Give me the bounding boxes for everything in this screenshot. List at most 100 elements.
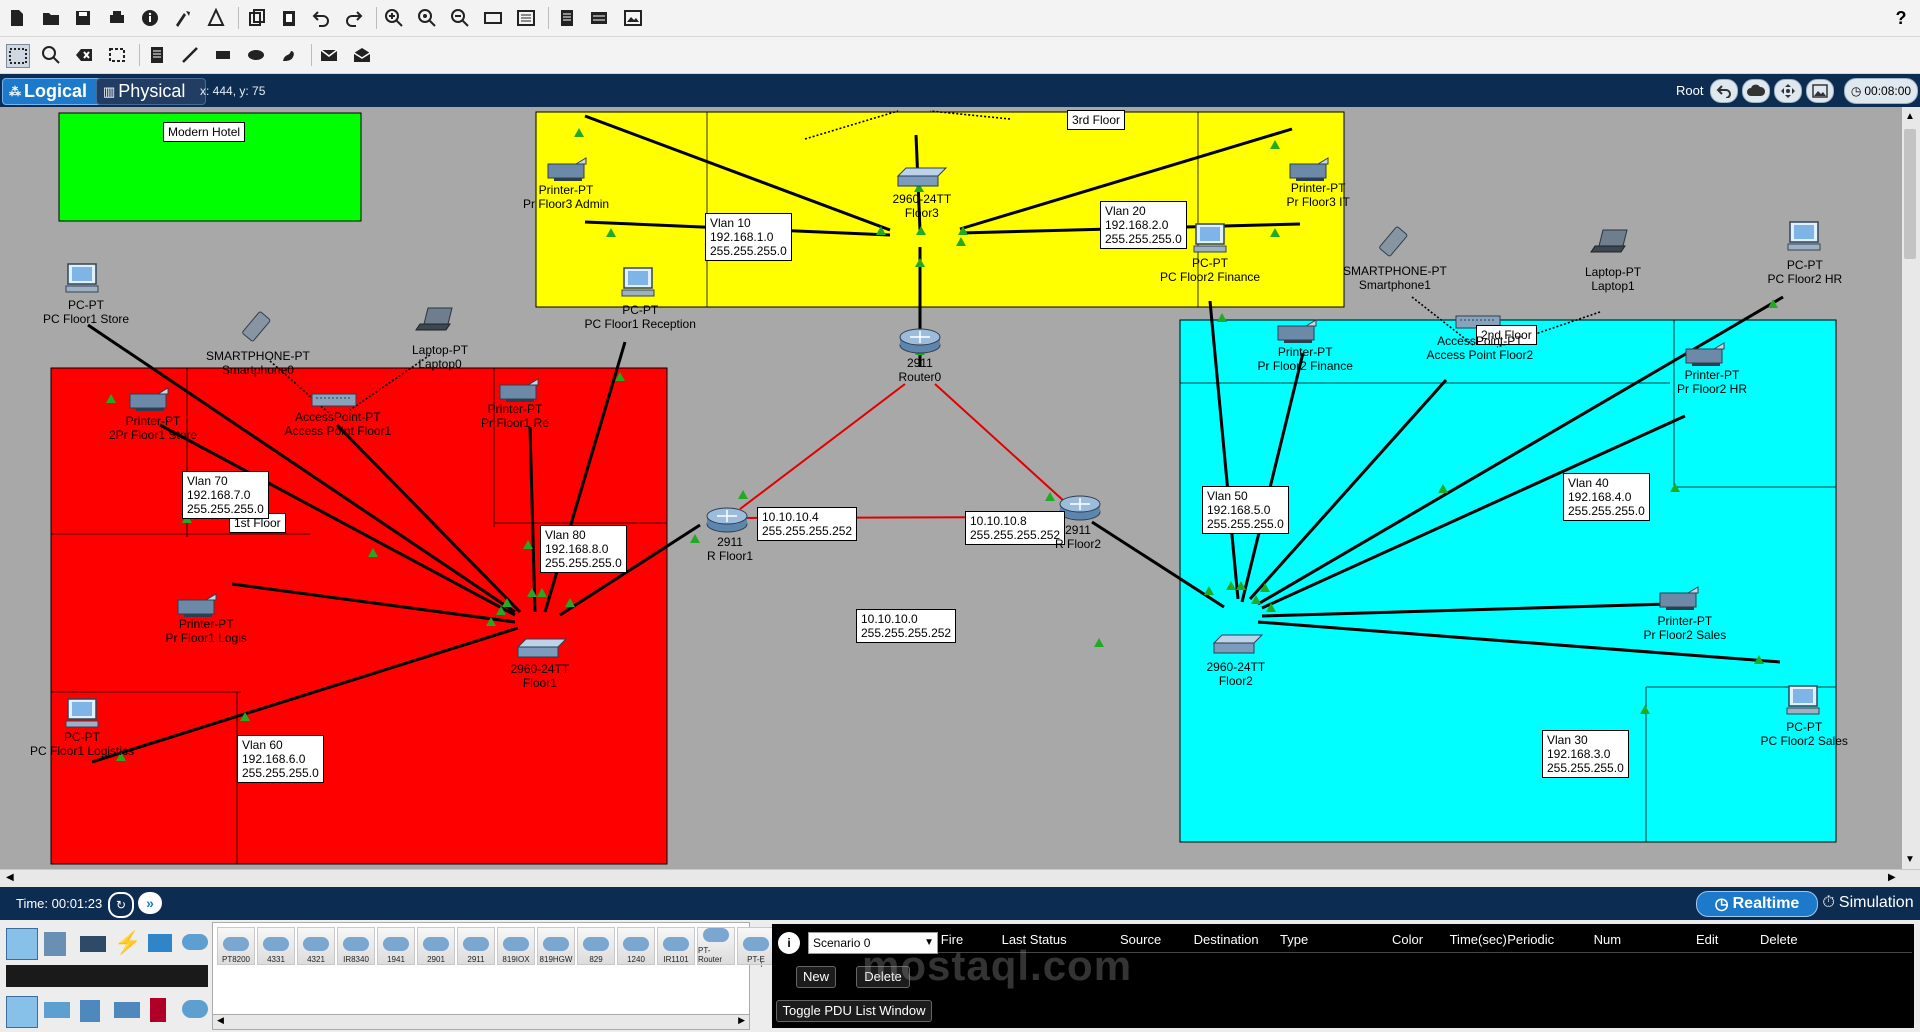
device-model-item[interactable]: 2901 [417, 927, 455, 965]
vertical-scrollbar[interactable]: ▲ ▼ [1902, 107, 1920, 869]
save-icon[interactable] [72, 7, 94, 29]
pc-floor1-reception-icon[interactable] [621, 267, 655, 297]
pc-floor2-finance-icon[interactable] [1193, 223, 1227, 253]
custom-device-icon[interactable] [205, 7, 227, 29]
device-model-item[interactable]: 2911 [457, 927, 495, 965]
smartphone1-icon[interactable] [1379, 226, 1408, 257]
select-tool-icon[interactable] [6, 44, 30, 68]
r-floor1-icon[interactable] [706, 507, 748, 533]
toggle-pdu-list-button[interactable]: Toggle PDU List Window [776, 1000, 932, 1022]
device-model-item[interactable]: 4331 [257, 927, 295, 965]
fast-forward-icon[interactable]: » [138, 892, 162, 914]
tab-logical-label: Logical [24, 81, 88, 101]
custom-view-icon[interactable] [515, 7, 537, 29]
redo-icon[interactable] [343, 7, 365, 29]
complex-pdu-icon[interactable] [351, 44, 373, 66]
tab-physical[interactable]: ▥ Physical [96, 78, 206, 105]
power-cycle-icon[interactable]: ↻ [108, 892, 134, 918]
note-icon[interactable] [556, 7, 578, 29]
pc-floor2-sales-icon[interactable] [1786, 685, 1820, 715]
freeform-icon[interactable] [278, 44, 300, 66]
realtime-button[interactable]: ◷ Realtime [1696, 891, 1818, 917]
navigation-icon[interactable] [1774, 79, 1802, 103]
r-floor2-icon[interactable] [1059, 495, 1101, 521]
delete-icon[interactable] [73, 44, 95, 66]
wan-emulation-icon[interactable] [182, 1000, 208, 1018]
device-model-item[interactable]: IR1101 [657, 927, 695, 965]
inspect-icon[interactable] [40, 44, 62, 66]
panel-divider-grip[interactable]: ⋮ [756, 956, 767, 969]
horizontal-scrollbar[interactable]: ◀ ▶ [0, 869, 1920, 888]
pc-floor1-logistics-label: PC-PT PC Floor1 Logistics [30, 730, 135, 758]
network-devices-icon[interactable] [6, 928, 38, 960]
wireless-devices-icon[interactable] [114, 1002, 140, 1018]
switches-icon[interactable] [44, 1002, 70, 1018]
back-icon[interactable] [1710, 79, 1738, 103]
simulation-button[interactable]: ⏱ Simulation [1818, 891, 1918, 915]
device-model-item[interactable]: 1941 [377, 927, 415, 965]
pc-floor1-store-icon[interactable] [65, 263, 99, 293]
pr-floor3-it-label: Printer-PT Pr Floor3 IT [1286, 181, 1350, 209]
open-folder-icon[interactable] [40, 7, 62, 29]
laptop1-icon[interactable] [1590, 229, 1628, 253]
device-list-scrollbar[interactable]: ◀ ▶ [212, 1014, 750, 1030]
tab-logical[interactable]: ⁂ Logical [2, 78, 104, 105]
vlan40-note: Vlan 40 192.168.4.0 255.255.255.0 [1563, 473, 1650, 521]
floor2-area[interactable] [1179, 319, 1837, 843]
paste-icon[interactable] [278, 7, 300, 29]
help-icon[interactable]: ? [1890, 7, 1912, 29]
background-image-icon[interactable] [1806, 79, 1834, 103]
device-model-item[interactable]: 1240 [617, 927, 655, 965]
smartphone0-icon[interactable] [242, 311, 271, 342]
zoom-out-icon[interactable] [449, 7, 471, 29]
draw-line-icon[interactable] [179, 44, 201, 66]
hubs-icon[interactable] [80, 1000, 100, 1022]
draw-rectangle-icon[interactable] [482, 7, 504, 29]
activity-wizard-icon[interactable] [172, 7, 194, 29]
components-icon[interactable] [80, 936, 106, 952]
laptop0-icon[interactable] [415, 307, 453, 331]
modern-hotel-label: Modern Hotel [163, 122, 246, 142]
connections-icon[interactable]: ⚡ [114, 930, 141, 956]
viewport-icon[interactable] [622, 7, 644, 29]
print-icon[interactable] [106, 7, 128, 29]
info-circle-icon[interactable]: i [778, 932, 800, 954]
device-model-item[interactable]: 4321 [297, 927, 335, 965]
cluster-cloud-icon[interactable] [1742, 79, 1770, 103]
device-model-item[interactable]: IR8340 [337, 927, 375, 965]
floor1-area[interactable] [50, 367, 668, 865]
security-icon[interactable] [150, 998, 166, 1022]
device-model-item[interactable]: 819IOX [497, 927, 535, 965]
new-scenario-button[interactable]: New [796, 966, 836, 988]
place-note-icon[interactable] [146, 44, 168, 66]
pc-floor1-logistics-icon[interactable] [65, 698, 99, 728]
simple-pdu-icon[interactable] [318, 44, 340, 66]
resize-icon[interactable] [106, 44, 128, 66]
draw-rect-icon[interactable] [212, 44, 234, 66]
zoom-reset-icon[interactable] [416, 7, 438, 29]
new-file-icon[interactable] [6, 7, 28, 29]
pdu-list-icon[interactable] [588, 7, 610, 29]
access-point-floor1-icon[interactable] [311, 393, 357, 407]
undo-icon[interactable] [310, 7, 332, 29]
device-model-item[interactable]: PT-Router [697, 927, 735, 965]
router-model-icon [743, 937, 769, 951]
multiuser-icon[interactable] [182, 934, 208, 950]
device-model-item[interactable]: PT8200 [217, 927, 255, 965]
zoom-in-icon[interactable] [383, 7, 405, 29]
pr-floor2-finance-label: Printer-PT Pr Floor2 Finance [1257, 345, 1353, 373]
device-model-item[interactable]: 819HGW [537, 927, 575, 965]
info-icon[interactable] [139, 7, 161, 29]
miscellaneous-icon[interactable] [148, 934, 172, 952]
end-devices-icon[interactable] [44, 932, 66, 956]
copy-icon[interactable] [246, 7, 268, 29]
pdu-panel: i Scenario 0 ▼ New Delete Toggle PDU Lis… [772, 924, 1914, 1028]
router0-icon[interactable] [899, 328, 941, 354]
router-model-icon [543, 937, 569, 951]
bottom-panel: ⚡ PT8200 4331 4321 IR8340 1941 2901 2911 819IOX… [0, 920, 1920, 1032]
routers-icon[interactable] [6, 996, 38, 1028]
pc-floor2-hr-icon[interactable] [1787, 221, 1821, 251]
device-model-item[interactable]: 829 [577, 927, 615, 965]
draw-ellipse-icon[interactable] [245, 44, 267, 66]
logical-workspace[interactable]: Modern Hotel 3rd Floor 1st Floor 2nd Flo… [0, 107, 1902, 869]
